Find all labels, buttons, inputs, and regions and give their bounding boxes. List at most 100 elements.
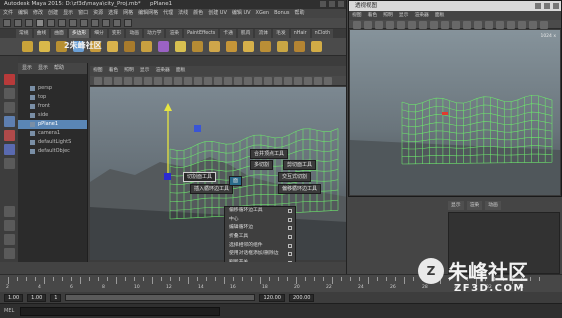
render-settings-icon[interactable] (124, 19, 132, 27)
marking-menu-center[interactable]: 面 (229, 176, 243, 186)
option-box-icon[interactable] (288, 226, 292, 231)
viewport-toolbar-icon[interactable] (314, 77, 322, 85)
sub-window-title-bar[interactable]: 透视视图 (349, 1, 561, 11)
shelf-tab[interactable]: 卡通 (220, 29, 236, 38)
outliner-menu-item[interactable]: 显示 (22, 63, 32, 74)
menu-item[interactable]: 法线 (178, 9, 188, 18)
shelf-tool-icon[interactable] (141, 41, 152, 52)
shelf-tool-icon[interactable] (39, 41, 50, 52)
outliner-item[interactable]: defaultLightS (18, 138, 87, 147)
viewport-toolbar-icon[interactable] (174, 77, 182, 85)
snap-curve-icon[interactable] (80, 19, 88, 27)
select-tool-icon[interactable] (4, 74, 15, 85)
marking-menu-item[interactable]: 合并顶点工具 (250, 149, 289, 159)
viewport-toolbar-icon[interactable] (274, 77, 282, 85)
sub-menu-item[interactable]: 着色 (368, 11, 378, 20)
minimize-icon[interactable] (320, 1, 326, 7)
menu-item[interactable]: 代理 (163, 9, 173, 18)
context-menu-item[interactable]: 偏移循环边工具 (225, 207, 295, 216)
shelf-tab[interactable]: 流体 (255, 29, 272, 38)
option-box-icon[interactable] (288, 209, 292, 213)
menu-item[interactable]: Bonus (274, 9, 289, 18)
viewport-toolbar-icon[interactable] (284, 77, 292, 85)
viewport-toolbar-icon[interactable] (304, 77, 312, 85)
viewport-toolbar-icon[interactable] (324, 77, 332, 85)
menu-item[interactable]: 创建 UV (208, 9, 227, 18)
context-menu-item[interactable]: 编辑循环边 (225, 224, 295, 233)
menu-item[interactable]: 资源 (93, 9, 103, 18)
shelf-tab[interactable]: 渲染 (166, 29, 183, 38)
menu-item[interactable]: 修改 (33, 9, 43, 18)
sub-toolbar-icon[interactable] (441, 21, 449, 29)
shelf-tab[interactable]: 肌肉 (237, 29, 254, 38)
outliner-item[interactable]: pPlane1 (18, 120, 87, 129)
sub-toolbar-icon[interactable] (529, 21, 537, 29)
sub-toolbar-icon[interactable] (397, 21, 405, 29)
marking-menu-item[interactable]: 插入循环边工具 (190, 184, 234, 194)
ipr-render-icon[interactable] (113, 19, 121, 27)
viewport-menu-item[interactable]: 照明 (124, 66, 134, 76)
marking-menu-item[interactable]: 剪切面工具 (283, 160, 317, 170)
option-box-icon[interactable] (288, 243, 292, 248)
menu-item[interactable]: 编辑 (18, 9, 28, 18)
menu-item[interactable]: 显示 (63, 9, 73, 18)
rotate-tool-icon[interactable] (4, 130, 15, 141)
context-menu-item[interactable]: 选择相邻的组件 (225, 242, 295, 251)
viewport-toolbar-icon[interactable] (144, 77, 152, 85)
marking-menu-item[interactable]: 交互式切割 (278, 172, 312, 182)
shelf-tool-icon[interactable] (175, 41, 186, 52)
sub-menu-item[interactable]: 显示 (399, 11, 409, 20)
shelf-tool-icon[interactable] (107, 41, 118, 52)
viewport-toolbar-icon[interactable] (124, 77, 132, 85)
context-menu-item[interactable]: 中心 (225, 216, 295, 225)
command-input[interactable] (20, 306, 221, 316)
sub-toolbar-icon[interactable] (507, 21, 515, 29)
menu-item[interactable]: 网格 (123, 9, 133, 18)
menu-item[interactable]: 帮助 (295, 9, 305, 18)
outliner-item[interactable]: side (18, 111, 87, 120)
shelf-tab[interactable]: 变形 (108, 29, 125, 38)
sub-toolbar-icon[interactable] (408, 21, 416, 29)
sub-toolbar-icon[interactable] (419, 21, 427, 29)
viewport-toolbar-icon[interactable] (244, 77, 252, 85)
viewport-menu-item[interactable]: 显示 (140, 66, 150, 76)
option-box-icon[interactable] (288, 235, 292, 240)
shelf-tool-icon[interactable] (243, 41, 254, 52)
shelf-tool-icon[interactable] (158, 41, 169, 52)
shelf-tab[interactable]: 毛发 (273, 29, 289, 38)
two-pane-layout-icon[interactable] (4, 234, 15, 245)
outliner-menu-item[interactable]: 帮助 (54, 63, 64, 74)
viewport-toolbar-icon[interactable] (154, 77, 162, 85)
sub-manipulator-x-handle[interactable] (442, 112, 448, 115)
shelf-tab[interactable]: 动画 (126, 29, 143, 38)
viewport-toolbar-icon[interactable] (204, 77, 212, 85)
current-frame-field[interactable]: 1 (50, 293, 62, 302)
menu-item[interactable]: 选择 (108, 9, 118, 18)
shelf-tab[interactable]: nHair (290, 29, 310, 38)
viewport-toolbar-icon[interactable] (264, 77, 272, 85)
select-by-object-icon[interactable] (47, 19, 55, 27)
sub-menu-item[interactable]: 视图 (352, 11, 362, 20)
sub-toolbar-icon[interactable] (353, 21, 361, 29)
viewport-toolbar-icon[interactable] (184, 77, 192, 85)
viewport-toolbar-icon[interactable] (114, 77, 122, 85)
close-icon[interactable] (338, 1, 344, 7)
viewport-menu-item[interactable]: 着色 (109, 66, 119, 76)
viewport-toolbar-icon[interactable] (214, 77, 222, 85)
shelf-tab[interactable]: PaintEffects (184, 29, 219, 38)
option-box-icon[interactable] (288, 217, 292, 222)
option-box-icon[interactable] (288, 252, 292, 257)
select-by-hierarchy-icon[interactable] (36, 19, 44, 27)
sub-close-icon[interactable] (553, 3, 559, 9)
animation-end-field[interactable]: 200.00 (288, 293, 315, 302)
shelf-tool-icon[interactable] (260, 41, 271, 52)
sub-toolbar-icon[interactable] (485, 21, 493, 29)
sub-maximize-icon[interactable] (544, 3, 550, 9)
sub-toolbar-icon[interactable] (540, 21, 548, 29)
sub-toolbar-icon[interactable] (518, 21, 526, 29)
context-menu-item[interactable]: 折叠工具 (225, 233, 295, 242)
menu-item[interactable]: 编辑 UV (232, 9, 251, 18)
marking-menu-item[interactable]: 切割面工具 (183, 172, 217, 182)
select-by-component-icon[interactable] (58, 19, 66, 27)
shelf-tab[interactable]: 曲面 (51, 29, 67, 38)
